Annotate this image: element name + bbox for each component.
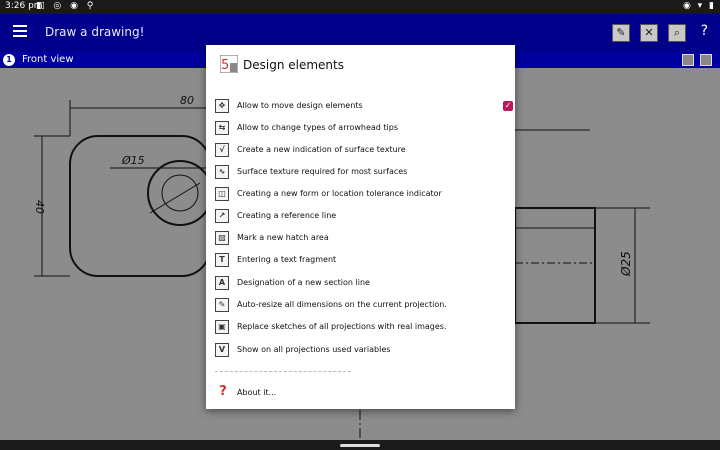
menu-item-label: Creating a new form or location toleranc…	[237, 189, 442, 198]
surface-texture-icon: √	[215, 143, 229, 157]
menu-item-label: Replace sketches of all projections with…	[237, 322, 447, 331]
reference-line-icon: ↗	[215, 209, 229, 223]
surface-texture-most-icon: ∿	[215, 165, 229, 179]
tolerance-icon: ◫	[215, 187, 229, 201]
dim-40-label: 40	[33, 200, 46, 214]
text-fragment-icon: T	[215, 253, 229, 267]
status-notification-icons: ◧ ◎ ◉ ⚲	[36, 1, 97, 11]
auto-resize-icon: ✎	[215, 298, 229, 312]
hatch-area-icon: ▨	[215, 231, 229, 245]
inner-circle	[161, 174, 199, 212]
design-elements-dialog: 5 Design elements ✥ Allow to move design…	[206, 45, 515, 409]
app-title: Draw a drawing!	[45, 25, 145, 39]
menu-item-label: Entering a text fragment	[237, 255, 337, 264]
menu-item-label: Mark a new hatch area	[237, 233, 329, 242]
menu-item-surface-texture[interactable]: √ Create a new indication of surface tex…	[206, 140, 515, 162]
replace-sketches-icon: ▣	[215, 320, 229, 334]
section-line-icon: A	[215, 276, 229, 290]
navigation-bar	[0, 440, 720, 450]
menu-item-label: Allow to move design elements	[237, 101, 363, 110]
menu-item-move-elements[interactable]: ✥ Allow to move design elements ✓	[206, 96, 515, 118]
menu-item-auto-resize[interactable]: ✎ Auto-resize all dimensions on the curr…	[206, 295, 515, 317]
menu-item-arrowhead-tips[interactable]: ⇆ Allow to change types of arrowhead tip…	[206, 118, 515, 140]
menu-item-label: Show on all projections used variables	[237, 345, 391, 354]
menu-item-tolerance-indicator[interactable]: ◫ Creating a new form or location tolera…	[206, 184, 515, 206]
projection-minimize-icon[interactable]	[682, 54, 694, 66]
menu-item-section-line[interactable]: A Designation of a new section line	[206, 273, 515, 295]
menu-item-show-variables[interactable]: V Show on all projections used variables	[206, 340, 515, 362]
menu-item-surface-texture-most[interactable]: ∿ Surface texture required for most surf…	[206, 162, 515, 184]
toolbar-zoom-icon[interactable]: ⌕	[668, 24, 686, 42]
menu-icon[interactable]	[13, 25, 27, 37]
menu-item-label: Surface texture required for most surfac…	[237, 167, 408, 176]
svg-text:5: 5	[221, 58, 229, 73]
dim-d15-label: Ø15	[121, 154, 145, 167]
menu-item-replace-sketches[interactable]: ▣ Replace sketches of all projections wi…	[206, 317, 515, 339]
dim-80-label: 80	[180, 94, 194, 107]
about-menu-item[interactable]: About it...	[237, 388, 276, 397]
status-system-icons: ◉ ▾ ▮	[682, 1, 716, 11]
divider	[215, 371, 351, 372]
arrowhead-icon: ⇆	[215, 121, 229, 135]
projection-title: Front view	[22, 54, 74, 65]
checkbox-checked-icon[interactable]: ✓	[503, 101, 513, 111]
help-icon[interactable]: ?	[701, 23, 708, 39]
toolbar-tools-icon[interactable]: ✕	[640, 24, 658, 42]
menu-item-label: Allow to change types of arrowhead tips	[237, 123, 399, 132]
dim-d25-label: Ø25	[619, 251, 633, 277]
variables-icon: V	[215, 343, 229, 357]
toolbar-edit-icon[interactable]: ✎	[612, 24, 630, 42]
outer-circle	[147, 160, 213, 226]
dialog-title: Design elements	[243, 58, 344, 72]
menu-item-reference-line[interactable]: ↗ Creating a reference line	[206, 206, 515, 228]
side-view-outline	[514, 207, 596, 324]
menu-item-label: Designation of a new section line	[237, 278, 370, 287]
question-mark-icon: ?	[219, 384, 227, 399]
menu-item-label: Auto-resize all dimensions on the curren…	[237, 300, 447, 309]
design-elements-icon: 5	[220, 55, 238, 73]
projection-maximize-icon[interactable]	[700, 54, 712, 66]
menu-item-hatch-area[interactable]: ▨ Mark a new hatch area	[206, 228, 515, 250]
projection-number: 1	[3, 54, 15, 66]
menu-item-text-fragment[interactable]: T Entering a text fragment	[206, 250, 515, 272]
menu-item-label: Creating a reference line	[237, 211, 337, 220]
menu-item-label: Create a new indication of surface textu…	[237, 145, 406, 154]
home-gesture-handle[interactable]	[340, 444, 380, 447]
move-elements-icon: ✥	[215, 99, 229, 113]
status-bar: 3:26 pm ◧ ◎ ◉ ⚲ ◉ ▾ ▮	[0, 0, 720, 14]
